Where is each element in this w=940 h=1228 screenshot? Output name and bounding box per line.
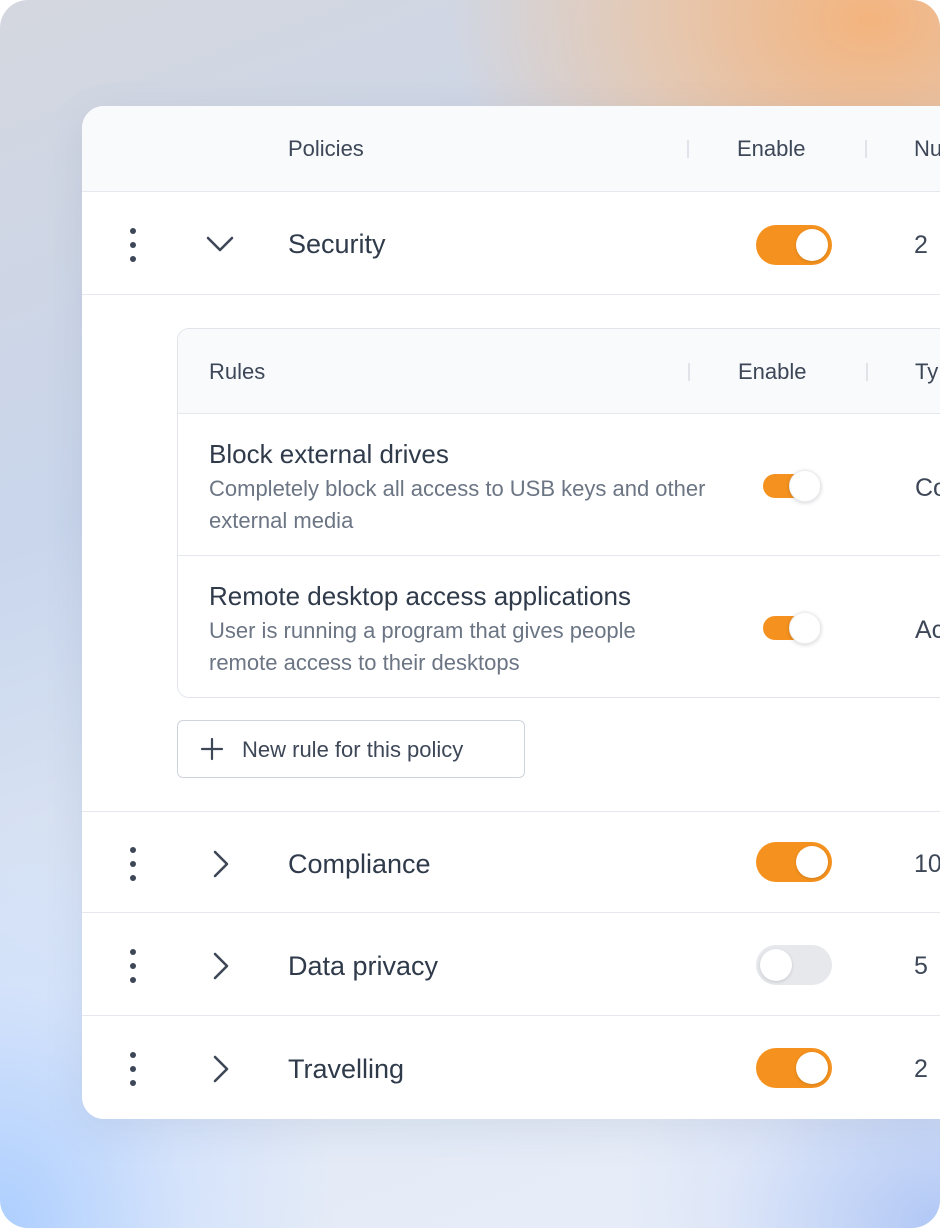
policy-count: 10 [914,850,940,878]
column-divider [866,363,868,381]
column-header-number: Nu [914,136,940,161]
column-header-policies: Policies [288,136,364,161]
toggle-knob [789,612,821,644]
rule-type: Ac [915,616,940,644]
background-frame: Policies Enable Nu Security 2 Rules Enab… [0,0,940,1228]
column-divider [688,363,690,381]
rule-description: Completely block all access to USB keys … [209,476,706,533]
policy-count: 2 [914,1055,928,1083]
rule-description: User is running a program that gives peo… [209,618,636,675]
policy-enable-toggle[interactable] [756,1048,832,1088]
rules-table-header: Rules Enable Ty [178,329,940,414]
policy-name: Travelling [288,1054,405,1084]
policy-count: 5 [914,952,928,980]
policy-name: Data privacy [288,951,439,981]
toggle-knob [789,470,821,502]
new-rule-button-label: New rule for this policy [242,737,464,762]
rule-row-block-external-drives[interactable]: Block external drives Completely block a… [178,414,940,556]
rule-enable-toggle[interactable] [763,612,823,644]
chevron-right-icon[interactable] [204,949,238,983]
kebab-menu-icon[interactable] [126,228,140,262]
policy-row-compliance[interactable]: Compliance 10 [82,812,940,913]
new-rule-button[interactable]: New rule for this policy [177,720,525,778]
column-header-type: Ty [915,359,939,384]
rule-title: Block external drives [209,439,449,469]
toggle-knob [760,949,792,981]
column-header-enable: Enable [737,136,806,161]
rule-row-remote-desktop[interactable]: Remote desktop access applications User … [178,557,940,697]
column-divider [865,140,867,158]
policy-enable-toggle[interactable] [756,945,832,985]
kebab-menu-icon[interactable] [126,1052,140,1086]
policy-count: 2 [914,231,928,259]
policy-name: Compliance [288,849,431,879]
column-header-rules: Rules [209,359,266,384]
rule-enable-toggle[interactable] [763,470,823,502]
policy-enable-toggle[interactable] [756,225,832,265]
chevron-right-icon[interactable] [204,1052,238,1086]
rule-title: Remote desktop access applications [209,581,632,611]
column-header-enable: Enable [738,359,807,384]
policy-row-travelling[interactable]: Travelling 2 [82,1016,940,1119]
policy-row-security[interactable]: Security 2 [82,192,940,295]
policy-row-data-privacy[interactable]: Data privacy 5 [82,913,940,1016]
policies-table-header: Policies Enable Nu [82,106,940,192]
chevron-down-icon[interactable] [203,227,237,261]
chevron-right-icon[interactable] [204,847,238,881]
rules-table: Rules Enable Ty Block external drives Co… [177,328,940,698]
policy-name: Security [288,229,386,259]
kebab-menu-icon[interactable] [126,847,140,881]
plus-icon [200,737,224,761]
toggle-knob [796,846,828,878]
rule-type: Co [915,474,940,502]
kebab-menu-icon[interactable] [126,949,140,983]
policies-card: Policies Enable Nu Security 2 Rules Enab… [82,106,940,1119]
security-rules-panel: Rules Enable Ty Block external drives Co… [82,295,940,812]
toggle-knob [796,1052,828,1084]
column-divider [687,140,689,158]
policy-enable-toggle[interactable] [756,842,832,882]
toggle-knob [796,229,828,261]
